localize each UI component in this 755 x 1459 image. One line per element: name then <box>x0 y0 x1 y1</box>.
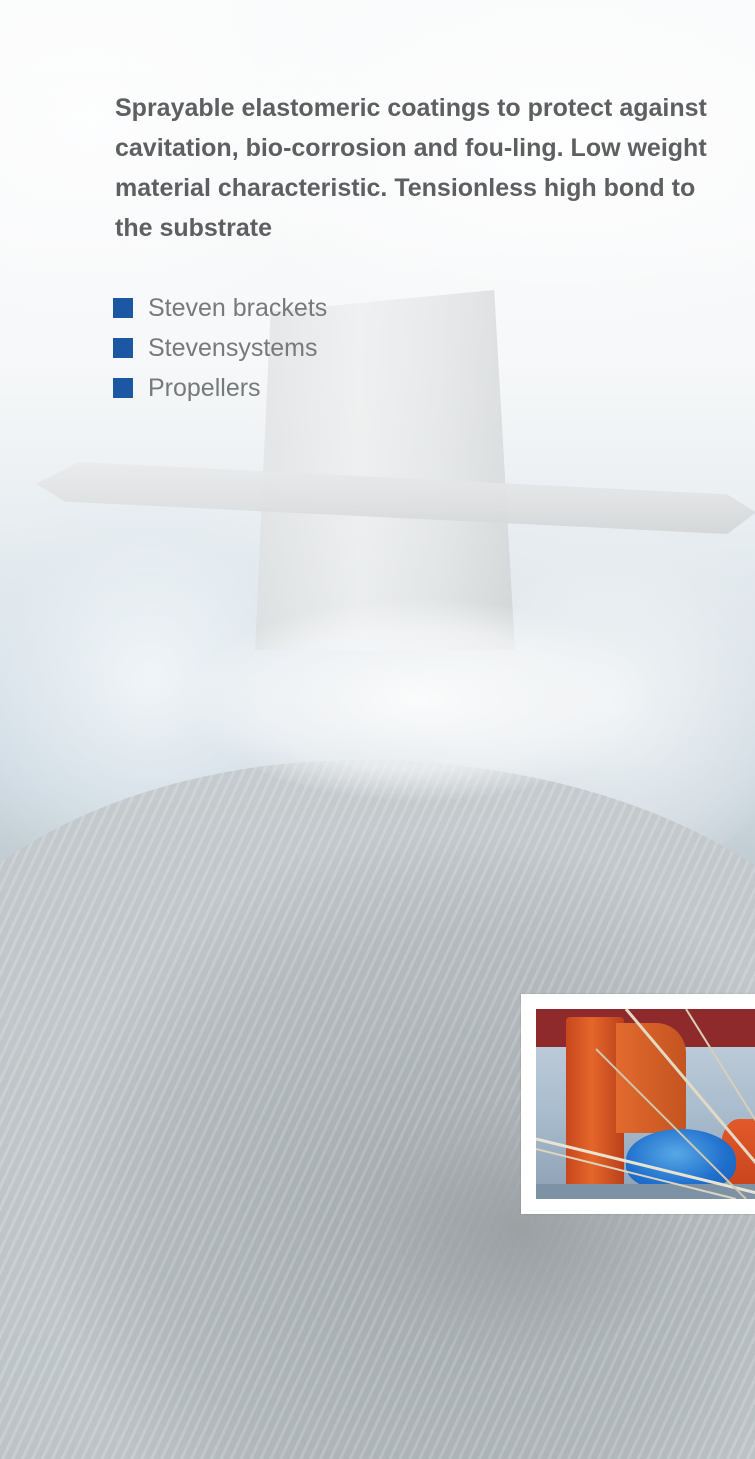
ropes <box>536 1009 755 1199</box>
list-item: Propellers <box>113 368 327 408</box>
square-bullet-icon <box>113 378 133 398</box>
list-item: Stevensystems <box>113 328 327 368</box>
inset-photo-frame <box>521 994 755 1214</box>
inset-photo <box>536 1009 755 1199</box>
square-bullet-icon <box>113 338 133 358</box>
list-item: Steven brackets <box>113 288 327 328</box>
list-item-label: Propellers <box>148 373 261 402</box>
bullet-list: Steven brackets Stevensystems Propellers <box>113 288 327 408</box>
intro-text: Sprayable elastomeric coatings to protec… <box>115 94 707 242</box>
list-item-label: Steven brackets <box>148 293 328 322</box>
list-item-label: Stevensystems <box>148 333 318 362</box>
square-bullet-icon <box>113 298 133 318</box>
